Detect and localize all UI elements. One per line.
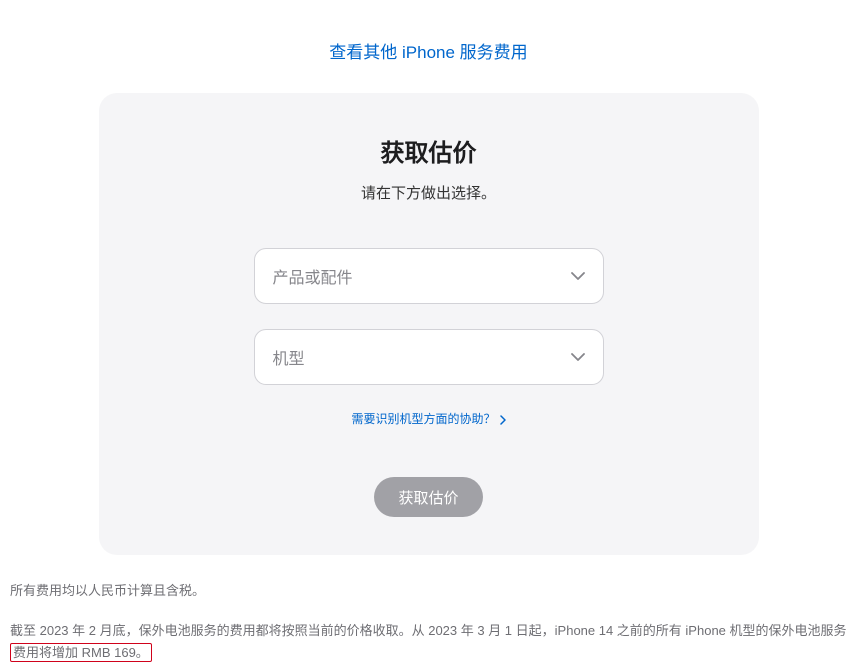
identify-model-help-link[interactable]: 需要识别机型方面的协助？ xyxy=(351,410,505,427)
model-select-wrapper: 机型 xyxy=(254,329,604,385)
model-select-placeholder: 机型 xyxy=(273,345,305,369)
see-other-services-link[interactable]: 查看其他 iPhone 服务费用 xyxy=(329,43,527,62)
top-link-container: 查看其他 iPhone 服务费用 xyxy=(0,0,857,93)
help-link-label: 需要识别机型方面的协助？ xyxy=(351,410,495,427)
model-select[interactable]: 机型 xyxy=(254,329,604,385)
product-select[interactable]: 产品或配件 xyxy=(254,248,604,304)
price-increase-highlight: 费用将增加 RMB 169。 xyxy=(10,643,152,662)
chevron-down-icon xyxy=(571,353,585,361)
card-subtitle: 请在下方做出选择。 xyxy=(129,182,729,203)
card-title: 获取估价 xyxy=(129,133,729,168)
footnote-price-pre: 截至 2023 年 2 月底，保外电池服务的费用都将按照当前的价格收取。从 20… xyxy=(10,623,847,638)
chevron-down-icon xyxy=(571,272,585,280)
product-select-placeholder: 产品或配件 xyxy=(273,264,353,288)
estimate-card: 获取估价 请在下方做出选择。 产品或配件 机型 需要识别机型方面的协助？ 获取估… xyxy=(99,93,759,555)
footnote-price-change: 截至 2023 年 2 月底，保外电池服务的费用都将按照当前的价格收取。从 20… xyxy=(10,620,847,664)
product-select-wrapper: 产品或配件 xyxy=(254,248,604,304)
chevron-right-icon xyxy=(500,414,506,424)
get-estimate-button[interactable]: 获取估价 xyxy=(374,477,482,517)
submit-row: 获取估价 xyxy=(129,477,729,517)
footnotes: 所有费用均以人民币计算且含税。 截至 2023 年 2 月底，保外电池服务的费用… xyxy=(0,555,857,664)
footnote-tax: 所有费用均以人民币计算且含税。 xyxy=(10,580,847,602)
